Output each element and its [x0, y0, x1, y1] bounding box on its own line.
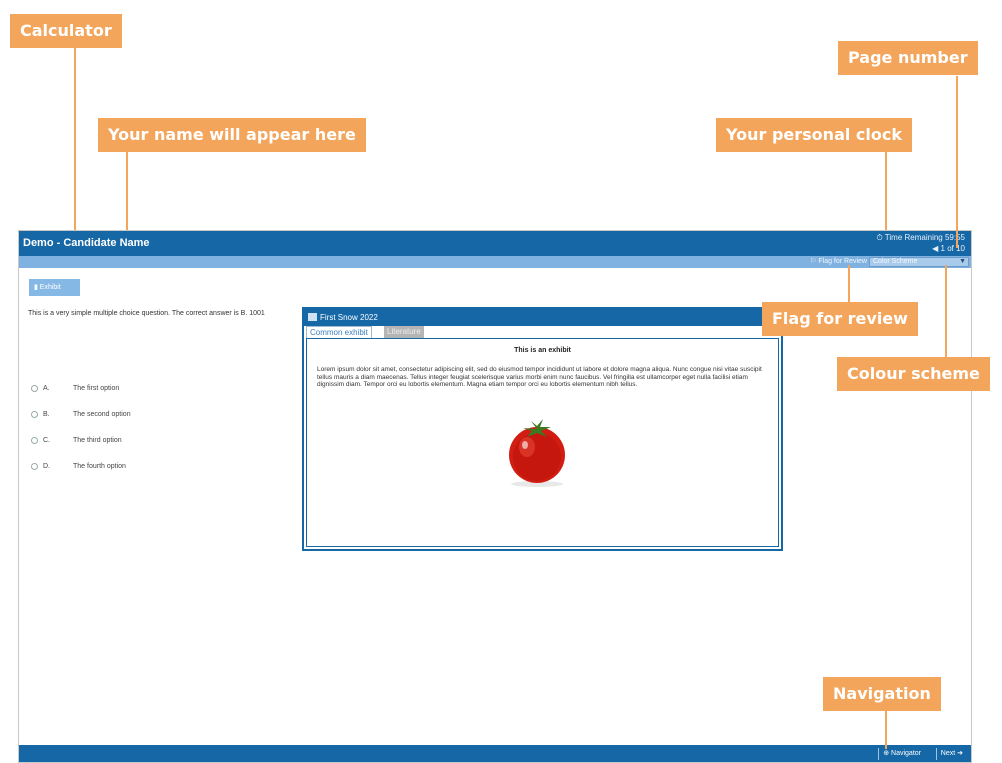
- callout-flag: Flag for review: [762, 302, 918, 336]
- option-text: The fourth option: [73, 463, 126, 470]
- book-icon: [308, 313, 317, 321]
- page-nav-icon[interactable]: ◀: [932, 244, 938, 253]
- callout-navigation: Navigation: [823, 677, 941, 711]
- exhibit-content: This is an exhibit Lorem ipsum dolor sit…: [306, 338, 779, 547]
- exhibit-heading: This is an exhibit: [514, 347, 571, 354]
- option-letter: B.: [43, 411, 50, 418]
- option-text: The first option: [73, 385, 120, 392]
- callout-line-colour-scheme: [945, 265, 947, 357]
- next-button[interactable]: Next ➜: [935, 748, 967, 760]
- radio-icon[interactable]: [31, 437, 38, 444]
- exhibit-window: First Snow 2022 Common exhibit Literatur…: [302, 307, 783, 551]
- color-scheme-select[interactable]: Color Scheme ▼: [869, 257, 969, 267]
- callout-colour-scheme: Colour scheme: [837, 357, 990, 391]
- option-c[interactable]: C. The third option: [31, 437, 122, 447]
- callout-page-number: Page number: [838, 41, 978, 75]
- radio-icon[interactable]: [31, 411, 38, 418]
- callout-line-clock: [885, 152, 887, 230]
- time-remaining-clock: ⏱ Time Remaining 59:55: [876, 233, 965, 242]
- exhibit-button-label: Exhibit: [39, 284, 61, 291]
- callout-line-calculator: [74, 48, 76, 230]
- tomato-image: [509, 419, 565, 487]
- question-text: This is a very simple multiple choice qu…: [28, 310, 265, 317]
- tab-literature[interactable]: Literature: [384, 326, 424, 338]
- callout-line-flag: [848, 265, 850, 302]
- callout-line-navigation: [885, 711, 887, 749]
- color-scheme-value: Color Scheme: [873, 258, 918, 265]
- option-b[interactable]: B. The second option: [31, 411, 131, 421]
- page-number-label: 1 of 10: [940, 244, 965, 253]
- exhibit-title-bar[interactable]: First Snow 2022: [304, 309, 781, 326]
- exhibit-body-text: Lorem ipsum dolor sit amet, consectetur …: [317, 366, 762, 388]
- exhibit-title: First Snow 2022: [320, 313, 378, 322]
- navigator-button[interactable]: ⊕ Navigator: [878, 748, 925, 760]
- option-d[interactable]: D. The fourth option: [31, 463, 126, 473]
- callout-name: Your name will appear here: [98, 118, 366, 152]
- radio-icon[interactable]: [31, 385, 38, 392]
- radio-icon[interactable]: [31, 463, 38, 470]
- option-letter: C.: [43, 437, 50, 444]
- exhibit-tabs: Common exhibit Literature: [304, 326, 781, 338]
- option-letter: A.: [43, 385, 50, 392]
- callout-line-page-number: [956, 76, 958, 248]
- page-number: ◀ 1 of 10: [932, 244, 965, 253]
- callout-calculator: Calculator: [10, 14, 122, 48]
- flag-for-review-button[interactable]: ⚐ Flag for Review: [810, 257, 867, 265]
- option-text: The second option: [73, 411, 131, 418]
- callout-clock: Your personal clock: [716, 118, 912, 152]
- toolbar: ⚐ Flag for Review Color Scheme ▼: [19, 256, 971, 268]
- option-text: The third option: [73, 437, 122, 444]
- title-bar: Demo - Candidate Name ⏱ Time Remaining 5…: [19, 231, 971, 256]
- option-letter: D.: [43, 463, 50, 470]
- tab-common-exhibit[interactable]: Common exhibit: [306, 326, 372, 338]
- candidate-name: Demo - Candidate Name: [23, 237, 150, 249]
- option-a[interactable]: A. The first option: [31, 385, 119, 395]
- bottom-bar: ⊕ Navigator Next ➜: [19, 745, 971, 762]
- callout-line-name: [126, 152, 128, 230]
- exhibit-button[interactable]: ▮ Exhibit: [29, 279, 80, 296]
- chevron-down-icon: ▼: [959, 258, 966, 265]
